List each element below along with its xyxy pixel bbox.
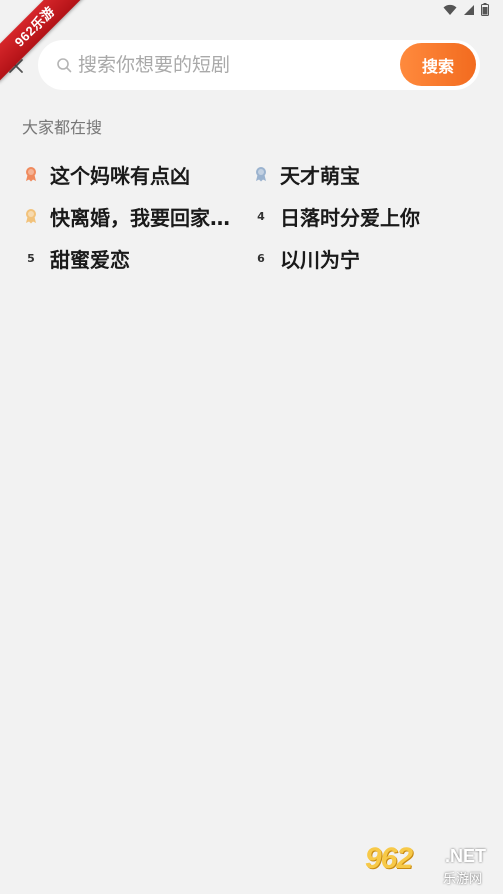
hot-search-text: 甜蜜爱恋	[50, 247, 130, 272]
rank-number: 4	[257, 209, 265, 223]
medal-icon	[26, 167, 36, 182]
search-bar: 搜索	[38, 40, 480, 90]
watermark-net: .NET	[445, 846, 487, 866]
watermark-main: 962	[365, 842, 413, 875]
hot-search-text: 日落时分爱上你	[280, 205, 420, 230]
rank-number: 6	[257, 251, 265, 265]
hot-search-text: 天才萌宝	[280, 163, 360, 188]
hot-search-text: 快离婚，我要回家…	[50, 205, 230, 230]
hot-search-title: 大家都在搜	[22, 118, 103, 137]
hot-search-item[interactable]: 天才萌宝	[252, 156, 472, 192]
rank-medal-gold	[22, 165, 40, 183]
search-icon	[57, 58, 72, 73]
watermark-logo: 962 .NET 乐游网	[365, 842, 497, 888]
hot-search-item[interactable]: 这个妈咪有点凶	[22, 156, 236, 192]
hot-search-item[interactable]: 4 日落时分爱上你	[252, 198, 472, 234]
signal-icon	[464, 4, 474, 15]
hot-search-item[interactable]: 5 甜蜜爱恋	[22, 240, 236, 276]
search-page: 搜索 大家都在搜 这个妈咪有点凶 天才萌宝	[0, 0, 503, 894]
hot-search-item[interactable]: 6 以川为宁	[252, 240, 472, 276]
rank-medal-bronze	[22, 207, 40, 225]
rank-number: 5	[27, 251, 35, 265]
hot-search-text: 这个妈咪有点凶	[50, 163, 190, 188]
hot-search-item[interactable]: 快离婚，我要回家…	[22, 198, 240, 234]
medal-icon	[256, 167, 266, 182]
search-button[interactable]: 搜索	[400, 43, 476, 86]
search-input[interactable]	[78, 50, 388, 80]
medal-icon	[26, 209, 36, 224]
watermark-sub: 乐游网	[443, 872, 483, 887]
rank-medal-silver	[252, 165, 270, 183]
battery-icon	[481, 3, 489, 16]
status-icons	[443, 3, 489, 16]
hot-search-text: 以川为宁	[280, 247, 360, 272]
wifi-icon	[443, 4, 457, 15]
